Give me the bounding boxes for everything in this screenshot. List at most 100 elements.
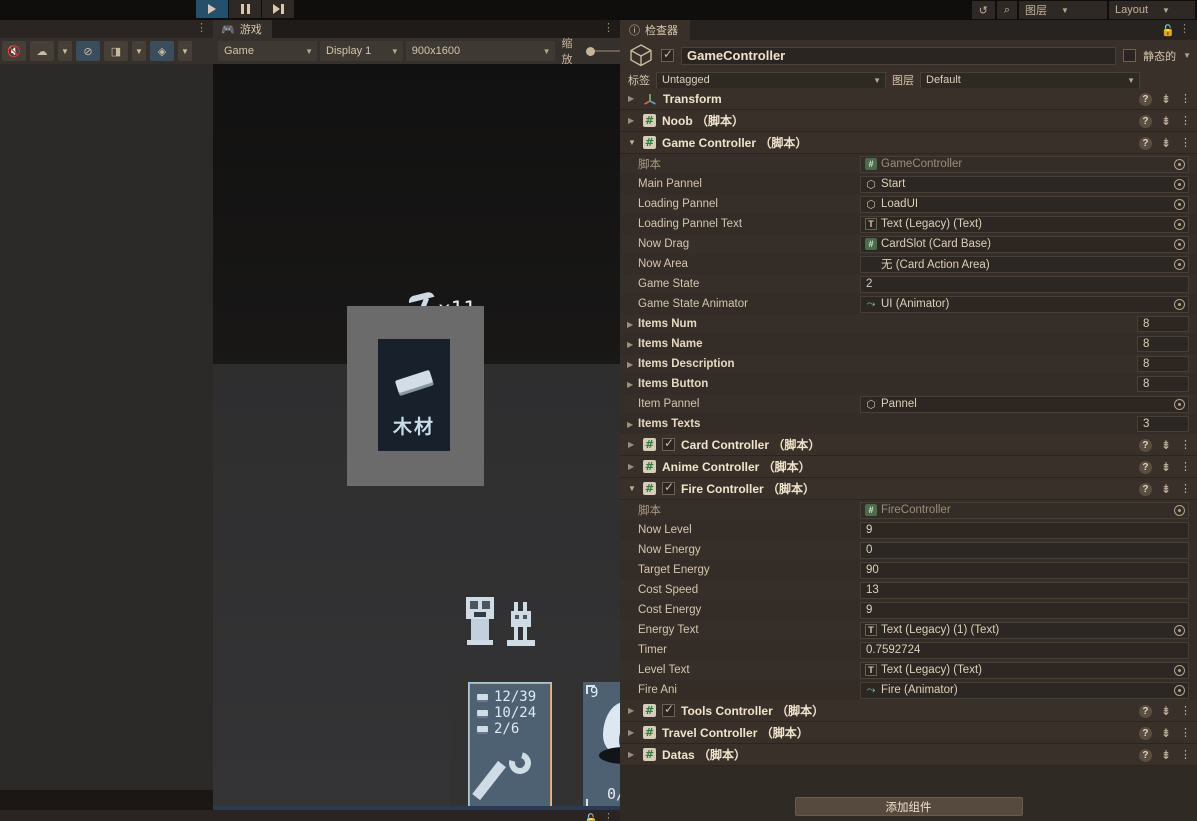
camera-button[interactable]: ◨	[104, 41, 128, 61]
object-picker-icon[interactable]	[1174, 179, 1185, 190]
scene-effects-dropdown[interactable]: ▼	[58, 41, 72, 61]
object-field[interactable]: ⤳UI (Animator)	[860, 296, 1189, 313]
property-row[interactable]: Loading Pannel TextTText (Legacy) (Text)	[620, 214, 1197, 234]
object-field[interactable]: ⬡Pannel	[860, 396, 1189, 413]
orientation-gizmo-button[interactable]: ◈	[150, 41, 174, 61]
object-picker-icon[interactable]	[1174, 399, 1185, 410]
chevron-down-icon[interactable]: ▼	[628, 138, 637, 147]
component-menu-icon[interactable]: ⋮	[1180, 485, 1191, 494]
tools-card[interactable]: 12/39 10/24 2/6	[468, 682, 552, 810]
object-field[interactable]: #FireController	[860, 502, 1189, 519]
lock-icon[interactable]: 🔓	[1161, 24, 1175, 37]
gameobject-enabled-checkbox[interactable]	[661, 49, 674, 62]
array-size-field[interactable]: 8	[1137, 356, 1189, 372]
object-field[interactable]: TText (Legacy) (1) (Text)	[860, 622, 1189, 639]
object-picker-icon[interactable]	[1174, 665, 1185, 676]
property-row[interactable]: Target Energy90	[620, 560, 1197, 580]
help-icon[interactable]: ?	[1139, 137, 1152, 150]
preset-icon[interactable]: ⇟	[1161, 438, 1171, 452]
object-field[interactable]: TText (Legacy) (Text)	[860, 216, 1189, 233]
component-menu-icon[interactable]: ⋮	[1180, 117, 1191, 126]
component-menu-icon[interactable]: ⋮	[1180, 139, 1191, 148]
component-enabled-checkbox[interactable]	[662, 482, 675, 495]
property-row[interactable]: Energy TextTText (Legacy) (1) (Text)	[620, 620, 1197, 640]
preset-icon[interactable]: ⇟	[1161, 136, 1171, 150]
component-header-transform[interactable]: ▶Transform?⇟⋮	[620, 88, 1197, 110]
chevron-right-icon[interactable]: ▶	[628, 728, 637, 737]
preset-icon[interactable]: ⇟	[1161, 748, 1171, 762]
drawn-card[interactable]: 木材	[347, 306, 484, 486]
component-menu-icon[interactable]: ⋮	[1180, 751, 1191, 760]
project-panel-menu-icon[interactable]: ⋮	[603, 813, 614, 821]
component-enabled-checkbox[interactable]	[662, 438, 675, 451]
scene-effects-button[interactable]: ☁	[30, 41, 54, 61]
component-menu-icon[interactable]: ⋮	[1180, 95, 1191, 104]
component-header-noob[interactable]: ▶#Noob （脚本）?⇟⋮	[620, 110, 1197, 132]
component-menu-icon[interactable]: ⋮	[1180, 729, 1191, 738]
component-menu-icon[interactable]: ⋮	[1180, 441, 1191, 450]
chevron-right-icon[interactable]: ▶	[628, 462, 637, 471]
property-row[interactable]: Now Drag#CardSlot (Card Base)	[620, 234, 1197, 254]
component-header-datas[interactable]: ▶#Datas （脚本）?⇟⋮	[620, 744, 1197, 766]
tab-inspector[interactable]: ⓘ 检查器	[620, 20, 690, 40]
component-menu-icon[interactable]: ⋮	[1180, 463, 1191, 472]
property-row[interactable]: ▶Items Description8	[620, 354, 1197, 374]
number-field[interactable]: 90	[860, 562, 1189, 579]
tab-game[interactable]: 🎮 游戏	[213, 20, 272, 38]
chevron-right-icon[interactable]: ▶	[628, 750, 637, 759]
chevron-right-icon[interactable]: ▶	[627, 320, 633, 329]
help-icon[interactable]: ?	[1139, 439, 1152, 452]
chevron-right-icon[interactable]: ▶	[627, 420, 633, 429]
property-row[interactable]: Now Area无 (Card Action Area)	[620, 254, 1197, 274]
fire-card[interactable]: 9 0/90	[583, 682, 620, 810]
property-row[interactable]: ▶Items Num8	[620, 314, 1197, 334]
resolution-dropdown[interactable]: 900x1600 ▼	[406, 41, 555, 61]
static-checkbox[interactable]	[1123, 49, 1136, 62]
mute-audio-button[interactable]: 🔇	[2, 41, 26, 61]
help-icon[interactable]: ?	[1139, 461, 1152, 474]
array-size-field[interactable]: 8	[1137, 376, 1189, 392]
object-picker-icon[interactable]	[1174, 505, 1185, 516]
component-header-travel-controller[interactable]: ▶#Travel Controller （脚本）?⇟⋮	[620, 722, 1197, 744]
preset-icon[interactable]: ⇟	[1161, 92, 1171, 106]
chevron-down-icon[interactable]: ▼	[628, 484, 637, 493]
scene-view-canvas[interactable]	[0, 64, 213, 790]
layout-dropdown[interactable]: Layout ▼	[1109, 1, 1195, 19]
layers-dropdown[interactable]: 图层 ▼	[1019, 1, 1107, 19]
zoom-slider-handle[interactable]	[586, 47, 595, 56]
property-row[interactable]: Cost Speed13	[620, 580, 1197, 600]
chevron-right-icon[interactable]: ▶	[628, 706, 637, 715]
component-header-tools-controller[interactable]: ▶#Tools Controller （脚本）?⇟⋮	[620, 700, 1197, 722]
chevron-right-icon[interactable]: ▶	[627, 380, 633, 389]
help-icon[interactable]: ?	[1139, 727, 1152, 740]
object-picker-icon[interactable]	[1174, 685, 1185, 696]
property-row[interactable]: Level TextTText (Legacy) (Text)	[620, 660, 1197, 680]
number-field[interactable]: 0	[860, 542, 1189, 559]
preset-icon[interactable]: ⇟	[1161, 460, 1171, 474]
help-icon[interactable]: ?	[1139, 705, 1152, 718]
chevron-right-icon[interactable]: ▶	[628, 440, 637, 449]
gizmos-toggle-button[interactable]: ⊘	[76, 41, 100, 61]
object-field[interactable]: ⤳Fire (Animator)	[860, 682, 1189, 699]
number-field[interactable]: 9	[860, 602, 1189, 619]
orientation-dropdown[interactable]: ▼	[178, 41, 192, 61]
preset-icon[interactable]: ⇟	[1161, 726, 1171, 740]
camera-dropdown[interactable]: ▼	[132, 41, 146, 61]
help-icon[interactable]: ?	[1139, 483, 1152, 496]
property-row[interactable]: Cost Energy9	[620, 600, 1197, 620]
array-size-field[interactable]: 3	[1137, 416, 1189, 432]
property-row[interactable]: Game State Animator⤳UI (Animator)	[620, 294, 1197, 314]
object-picker-icon[interactable]	[1174, 199, 1185, 210]
object-picker-icon[interactable]	[1174, 259, 1185, 270]
property-row[interactable]: Game State2	[620, 274, 1197, 294]
display-dropdown[interactable]: Display 1 ▼	[320, 41, 403, 61]
preset-icon[interactable]: ⇟	[1161, 114, 1171, 128]
property-row[interactable]: ▶Items Name8	[620, 334, 1197, 354]
property-row[interactable]: Loading Pannel⬡LoadUI	[620, 194, 1197, 214]
preset-icon[interactable]: ⇟	[1161, 704, 1171, 718]
scene-panel-menu-icon[interactable]: ⋮	[196, 23, 207, 33]
lock-icon[interactable]: 🔓	[584, 813, 598, 821]
gameobject-name-input[interactable]: GameController	[681, 47, 1116, 65]
inspector-menu-icon[interactable]: ⋮	[1179, 24, 1190, 34]
chevron-right-icon[interactable]: ▶	[628, 116, 637, 125]
